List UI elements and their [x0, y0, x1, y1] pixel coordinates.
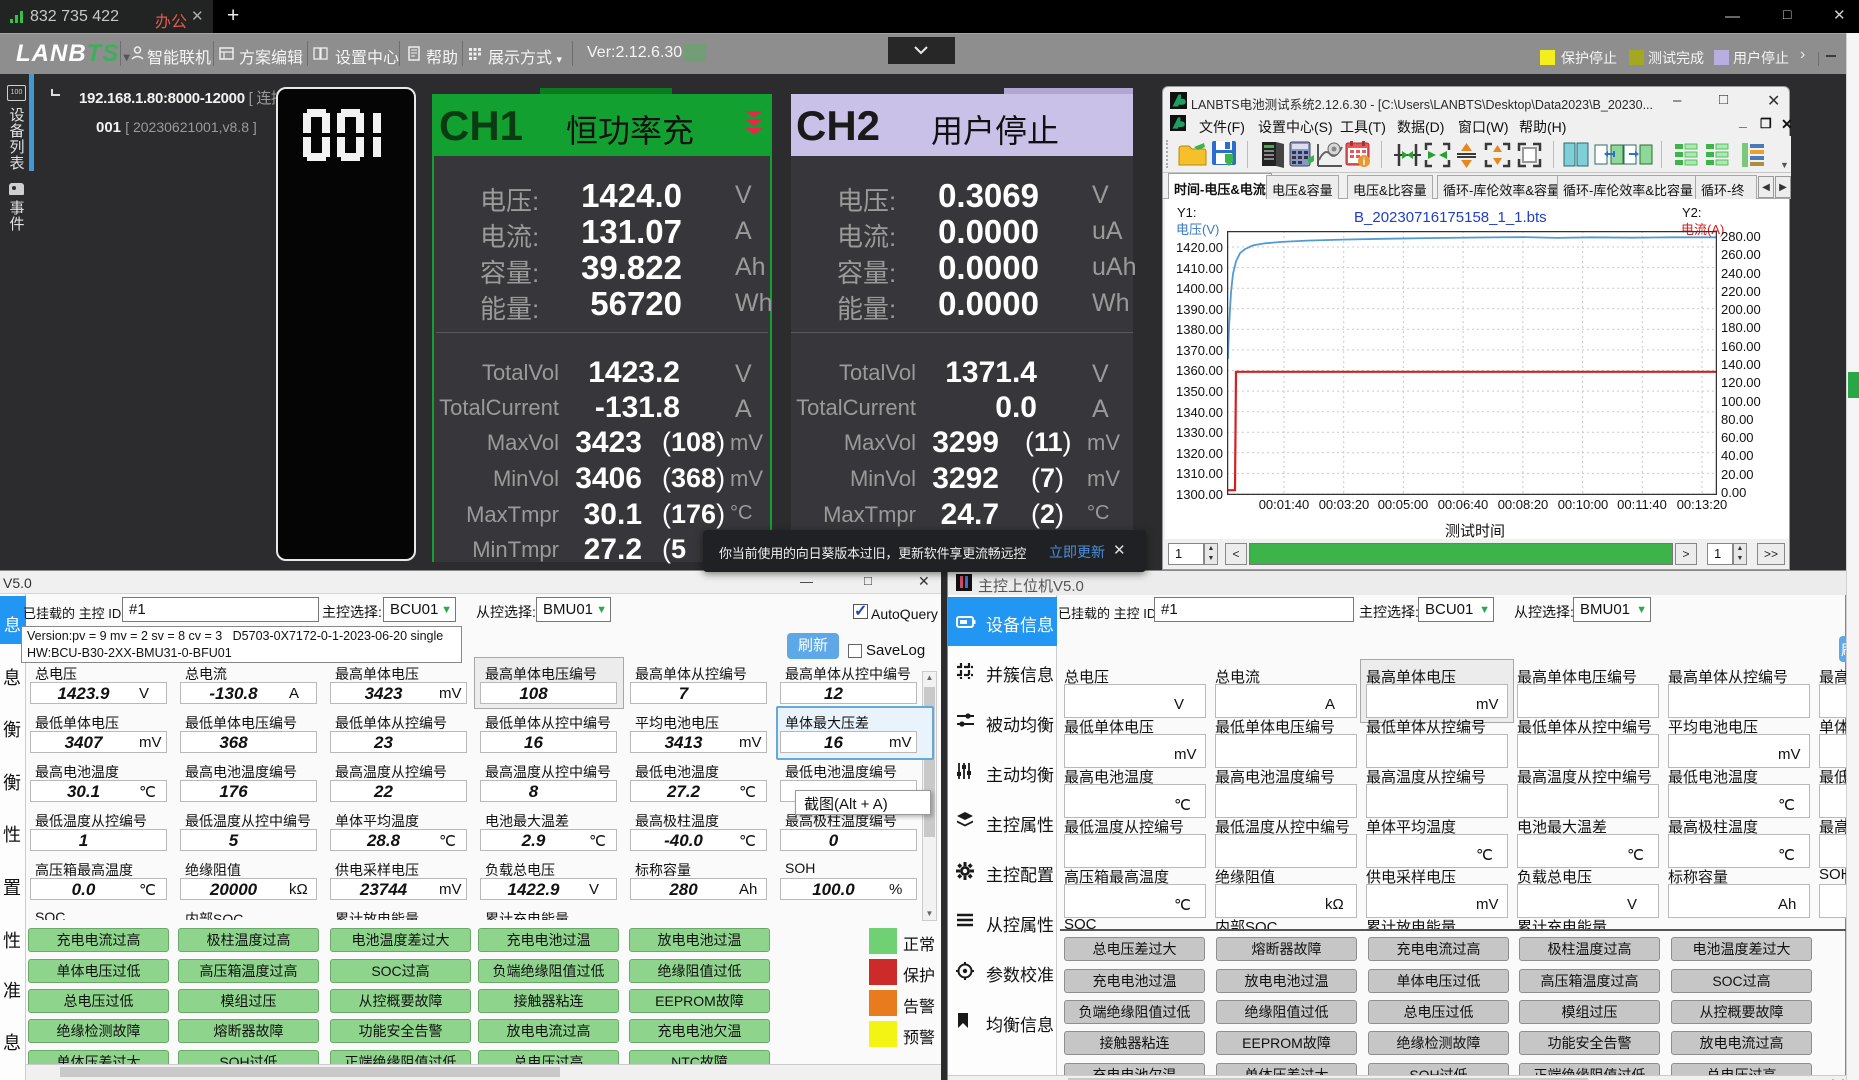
svg-text:i: i: [1363, 157, 1366, 168]
